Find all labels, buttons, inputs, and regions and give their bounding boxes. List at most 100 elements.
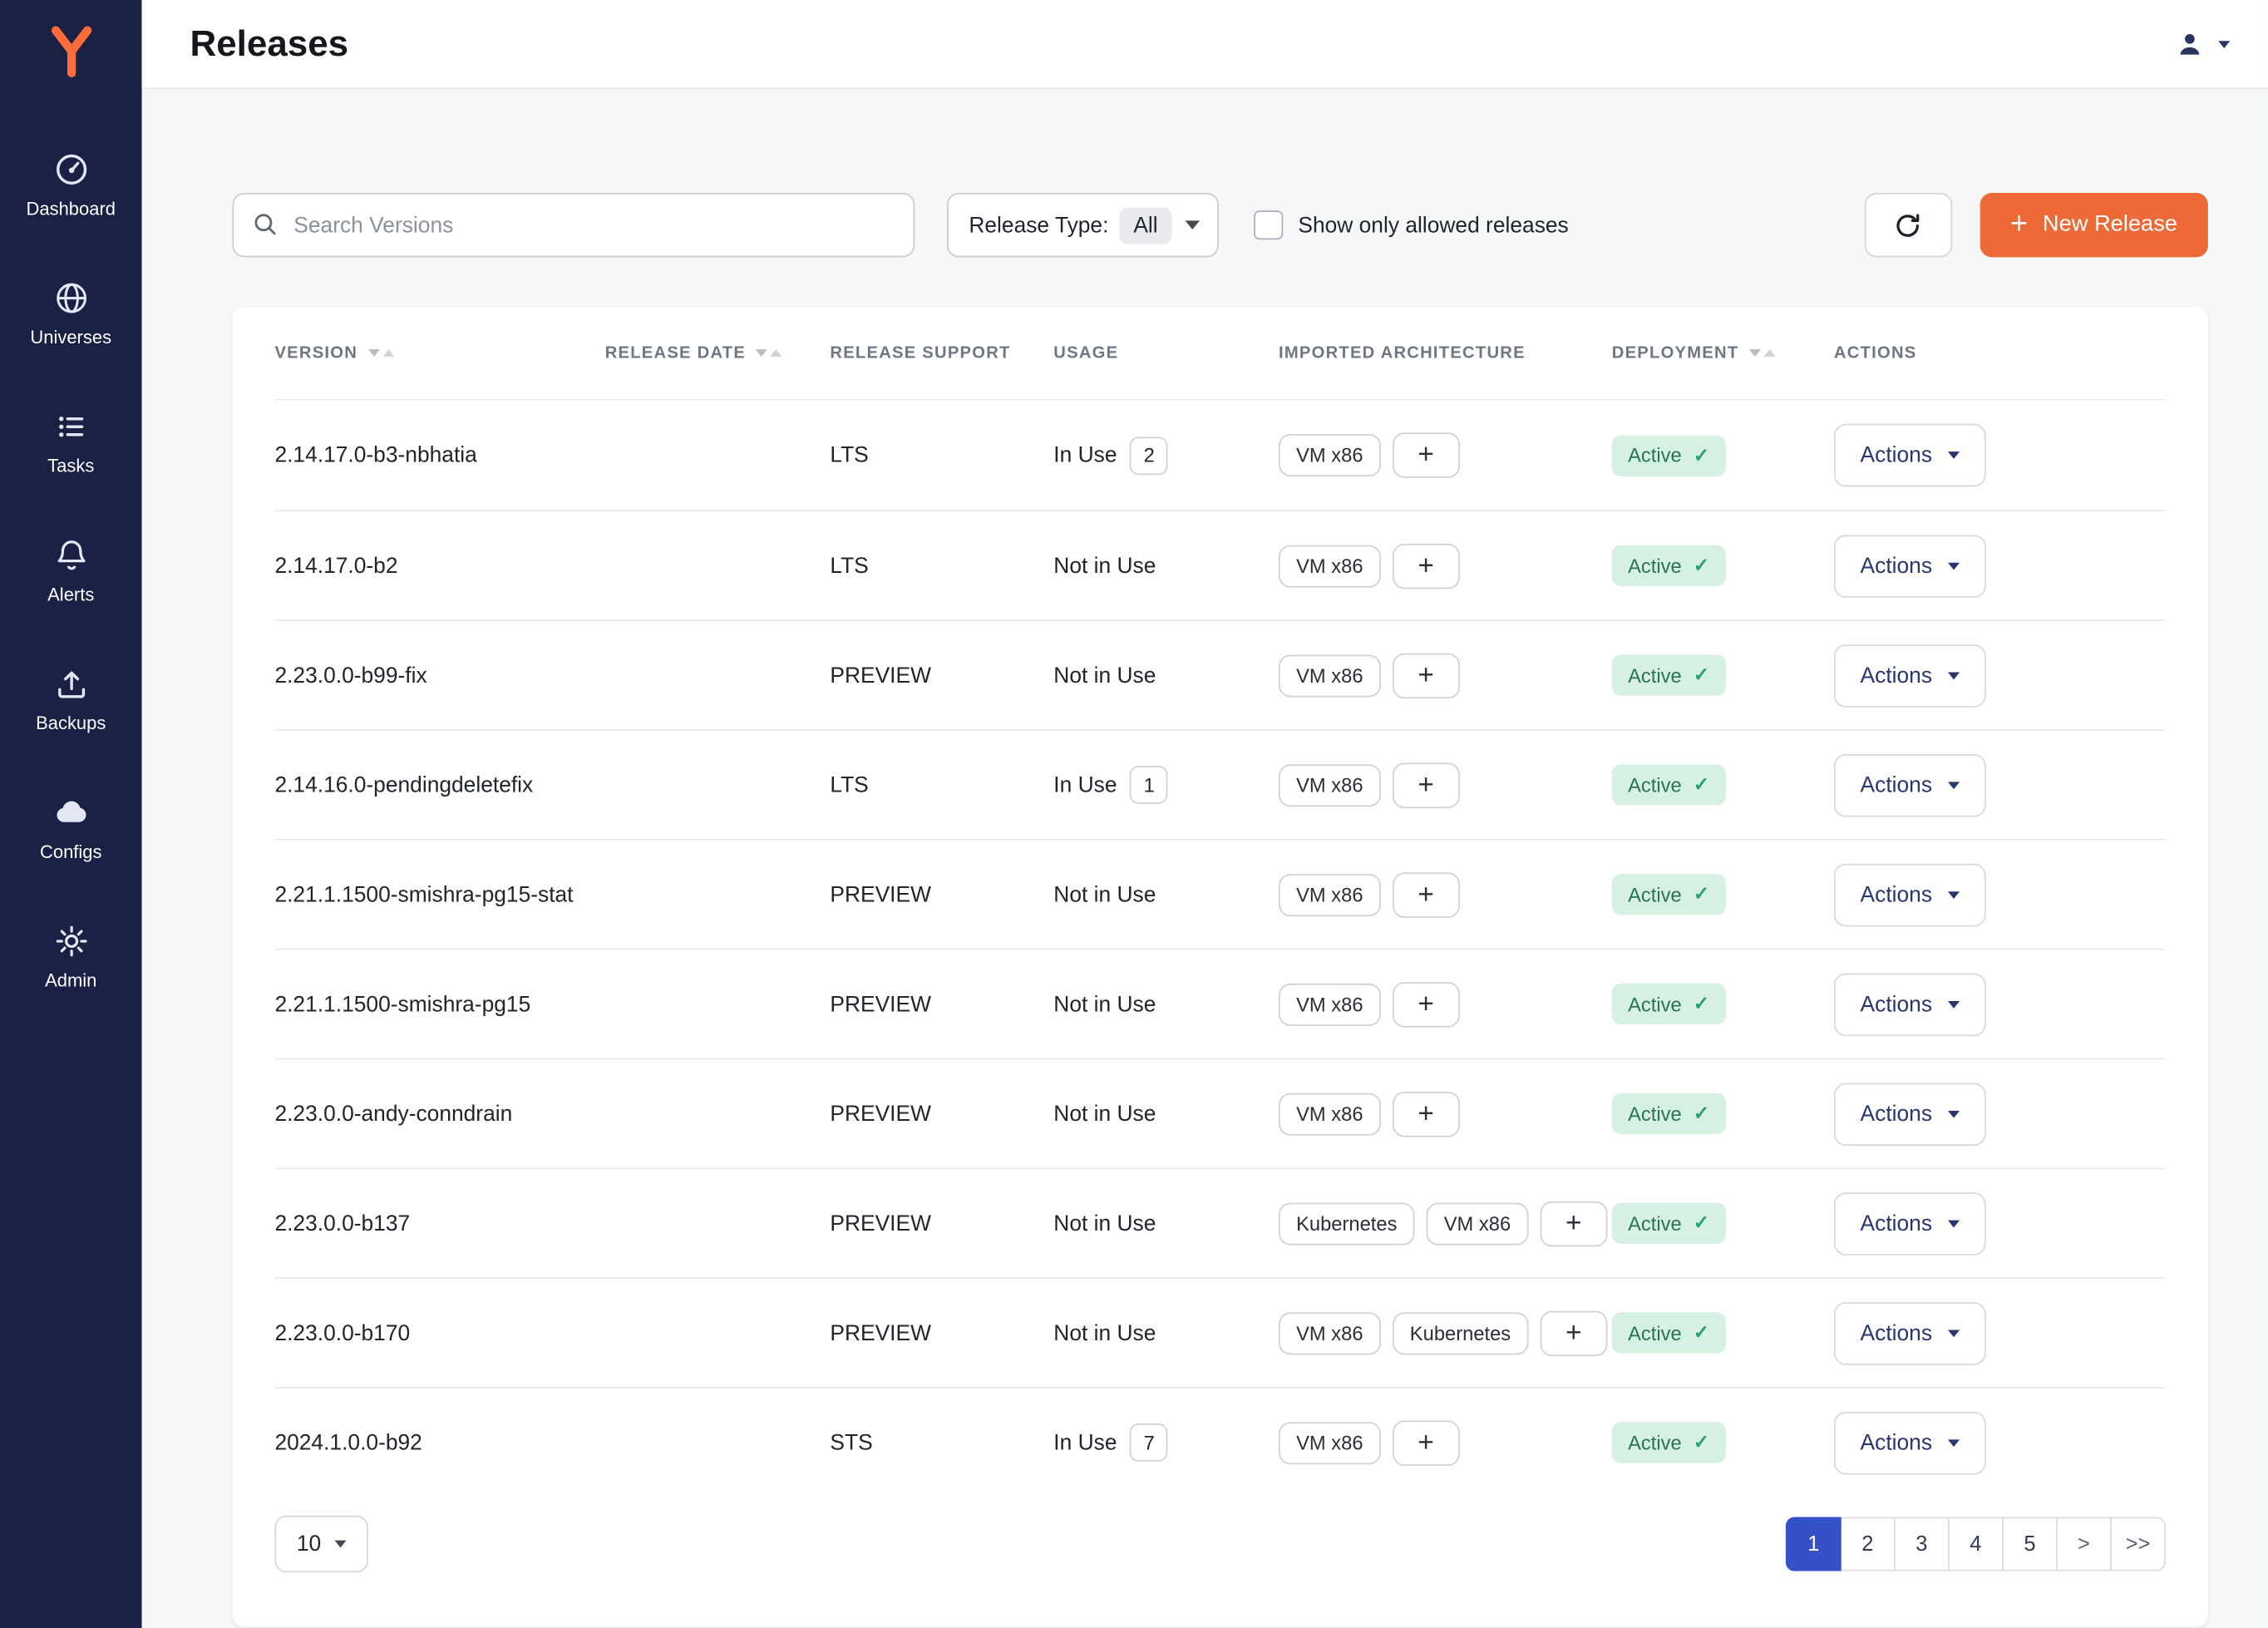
sidebar-item-label: Configs — [40, 841, 102, 862]
column-label: IMPORTED ARCHITECTURE — [1279, 344, 1526, 362]
add-architecture-button[interactable]: + — [1393, 981, 1460, 1026]
add-architecture-button[interactable]: + — [1393, 762, 1460, 807]
sort-icon[interactable] — [367, 349, 394, 357]
sort-down-icon — [1749, 349, 1761, 357]
actions-label: Actions — [1861, 443, 1932, 468]
actions-label: Actions — [1861, 553, 1932, 578]
new-release-button[interactable]: + New Release — [1980, 193, 2208, 257]
column-header: DEPLOYMENT — [1612, 344, 1834, 362]
release-support-cell: PREVIEW — [830, 1101, 1053, 1126]
actions-dropdown-button[interactable]: Actions — [1834, 1083, 1986, 1146]
architecture-chip: VM x86 — [1279, 1421, 1381, 1463]
add-architecture-button[interactable]: + — [1393, 543, 1460, 588]
deployment-cell: Active✓ — [1612, 654, 1834, 695]
sidebar-item-configs[interactable]: Configs — [0, 763, 141, 892]
actions-dropdown-button[interactable]: Actions — [1834, 1191, 1986, 1255]
deployment-cell: Active✓ — [1612, 1203, 1834, 1244]
check-icon: ✓ — [1694, 443, 1709, 466]
sort-icon[interactable] — [1749, 349, 1776, 357]
sidebar-item-label: Alerts — [47, 584, 94, 604]
actions-label: Actions — [1861, 1430, 1932, 1455]
pagination-pages: 12345>>> — [1786, 1517, 2166, 1571]
usage-count-badge: 1 — [1130, 766, 1168, 804]
sidebar-item-tasks[interactable]: Tasks — [0, 377, 141, 506]
sidebar-item-backups[interactable]: Backups — [0, 634, 141, 763]
architecture-chip: VM x86 — [1427, 1202, 1529, 1245]
actions-dropdown-button[interactable]: Actions — [1834, 1411, 1986, 1474]
usage-cell: In Use2 — [1053, 437, 1279, 475]
actions-cell: Actions — [1834, 1083, 2166, 1146]
usage-cell: Not in Use — [1053, 663, 1279, 688]
actions-dropdown-button[interactable]: Actions — [1834, 1301, 1986, 1364]
page-button-1[interactable]: 1 — [1786, 1517, 1842, 1571]
actions-label: Actions — [1861, 992, 1932, 1017]
actions-dropdown-button[interactable]: Actions — [1834, 534, 1986, 597]
page-button-2[interactable]: 2 — [1840, 1517, 1896, 1571]
architecture-chip: VM x86 — [1279, 654, 1381, 697]
deployment-cell: Active✓ — [1612, 435, 1834, 476]
sidebar-item-alerts[interactable]: Alerts — [0, 506, 141, 634]
chevron-down-icon — [1948, 1438, 1960, 1446]
add-architecture-button[interactable]: + — [1393, 871, 1460, 916]
show-allowed-checkbox[interactable] — [1255, 210, 1284, 239]
release-support-cell: PREVIEW — [830, 992, 1053, 1017]
column-header: RELEASE SUPPORT — [830, 344, 1053, 362]
deployment-status-label: Active — [1628, 664, 1682, 686]
architecture-chip: VM x86 — [1279, 434, 1381, 476]
add-architecture-button[interactable]: + — [1393, 653, 1460, 698]
page-button-5[interactable]: 5 — [2002, 1517, 2058, 1571]
refresh-icon — [1892, 210, 1923, 240]
table-body: 2.14.17.0-b3-nbhatiaLTSIn Use2VM x86+Act… — [274, 401, 2165, 1497]
version-cell: 2.23.0.0-b137 — [274, 1211, 604, 1236]
sort-down-icon — [367, 349, 379, 357]
add-architecture-button[interactable]: + — [1393, 1420, 1460, 1465]
table-row: 2.23.0.0-b137PREVIEWNot in UseKubernetes… — [274, 1167, 2165, 1277]
plus-icon: + — [2010, 208, 2029, 239]
release-support-cell: PREVIEW — [830, 1320, 1053, 1345]
version-cell: 2.14.17.0-b2 — [274, 553, 604, 578]
add-architecture-button[interactable]: + — [1393, 432, 1460, 477]
actions-cell: Actions — [1834, 863, 2166, 926]
actions-dropdown-button[interactable]: Actions — [1834, 753, 1986, 816]
usage-cell: Not in Use — [1053, 1101, 1279, 1126]
actions-label: Actions — [1861, 772, 1932, 797]
add-architecture-button[interactable]: + — [1393, 1091, 1460, 1136]
sidebar-item-admin[interactable]: Admin — [0, 891, 141, 1020]
column-header: IMPORTED ARCHITECTURE — [1279, 344, 1612, 362]
page-size-select[interactable]: 10 — [274, 1516, 367, 1573]
sort-icon[interactable] — [756, 349, 782, 357]
deployment-cell: Active✓ — [1612, 1422, 1834, 1463]
add-architecture-button[interactable]: + — [1540, 1310, 1607, 1355]
actions-dropdown-button[interactable]: Actions — [1834, 644, 1986, 707]
release-type-dropdown[interactable]: Release Type: All — [947, 193, 1219, 257]
page-title: Releases — [190, 22, 349, 65]
refresh-button[interactable] — [1864, 193, 1951, 257]
next-page-button[interactable]: > — [2056, 1517, 2112, 1571]
architecture-cell: VM x86 + — [1279, 653, 1612, 698]
version-cell: 2.21.1.1500-smishra-pg15-stat — [274, 882, 604, 907]
chevron-down-icon — [1948, 1000, 1960, 1008]
page-button-4[interactable]: 4 — [1948, 1517, 2004, 1571]
usage-label: Not in Use — [1053, 992, 1156, 1017]
actions-label: Actions — [1861, 663, 1932, 688]
sidebar-item-dashboard[interactable]: Dashboard — [0, 120, 141, 249]
usage-label: Not in Use — [1053, 1211, 1156, 1236]
actions-dropdown-button[interactable]: Actions — [1834, 424, 1986, 487]
actions-dropdown-button[interactable]: Actions — [1834, 863, 1986, 926]
check-icon: ✓ — [1694, 883, 1709, 906]
user-menu[interactable] — [2174, 28, 2230, 59]
last-page-button[interactable]: >> — [2110, 1517, 2166, 1571]
page-button-3[interactable]: 3 — [1894, 1517, 1950, 1571]
actions-dropdown-button[interactable]: Actions — [1834, 973, 1986, 1036]
column-label: ACTIONS — [1834, 344, 1917, 362]
actions-label: Actions — [1861, 1211, 1932, 1236]
actions-label: Actions — [1861, 1320, 1932, 1345]
column-header: USAGE — [1053, 344, 1279, 362]
yugabyte-logo[interactable] — [37, 17, 105, 85]
deployment-status-label: Active — [1628, 1322, 1682, 1344]
add-architecture-button[interactable]: + — [1540, 1201, 1607, 1246]
chevron-down-icon — [1186, 220, 1201, 229]
search-input[interactable] — [232, 193, 915, 257]
show-allowed-releases-toggle: Show only allowed releases — [1255, 210, 1569, 239]
sidebar-item-universes[interactable]: Universes — [0, 249, 141, 377]
